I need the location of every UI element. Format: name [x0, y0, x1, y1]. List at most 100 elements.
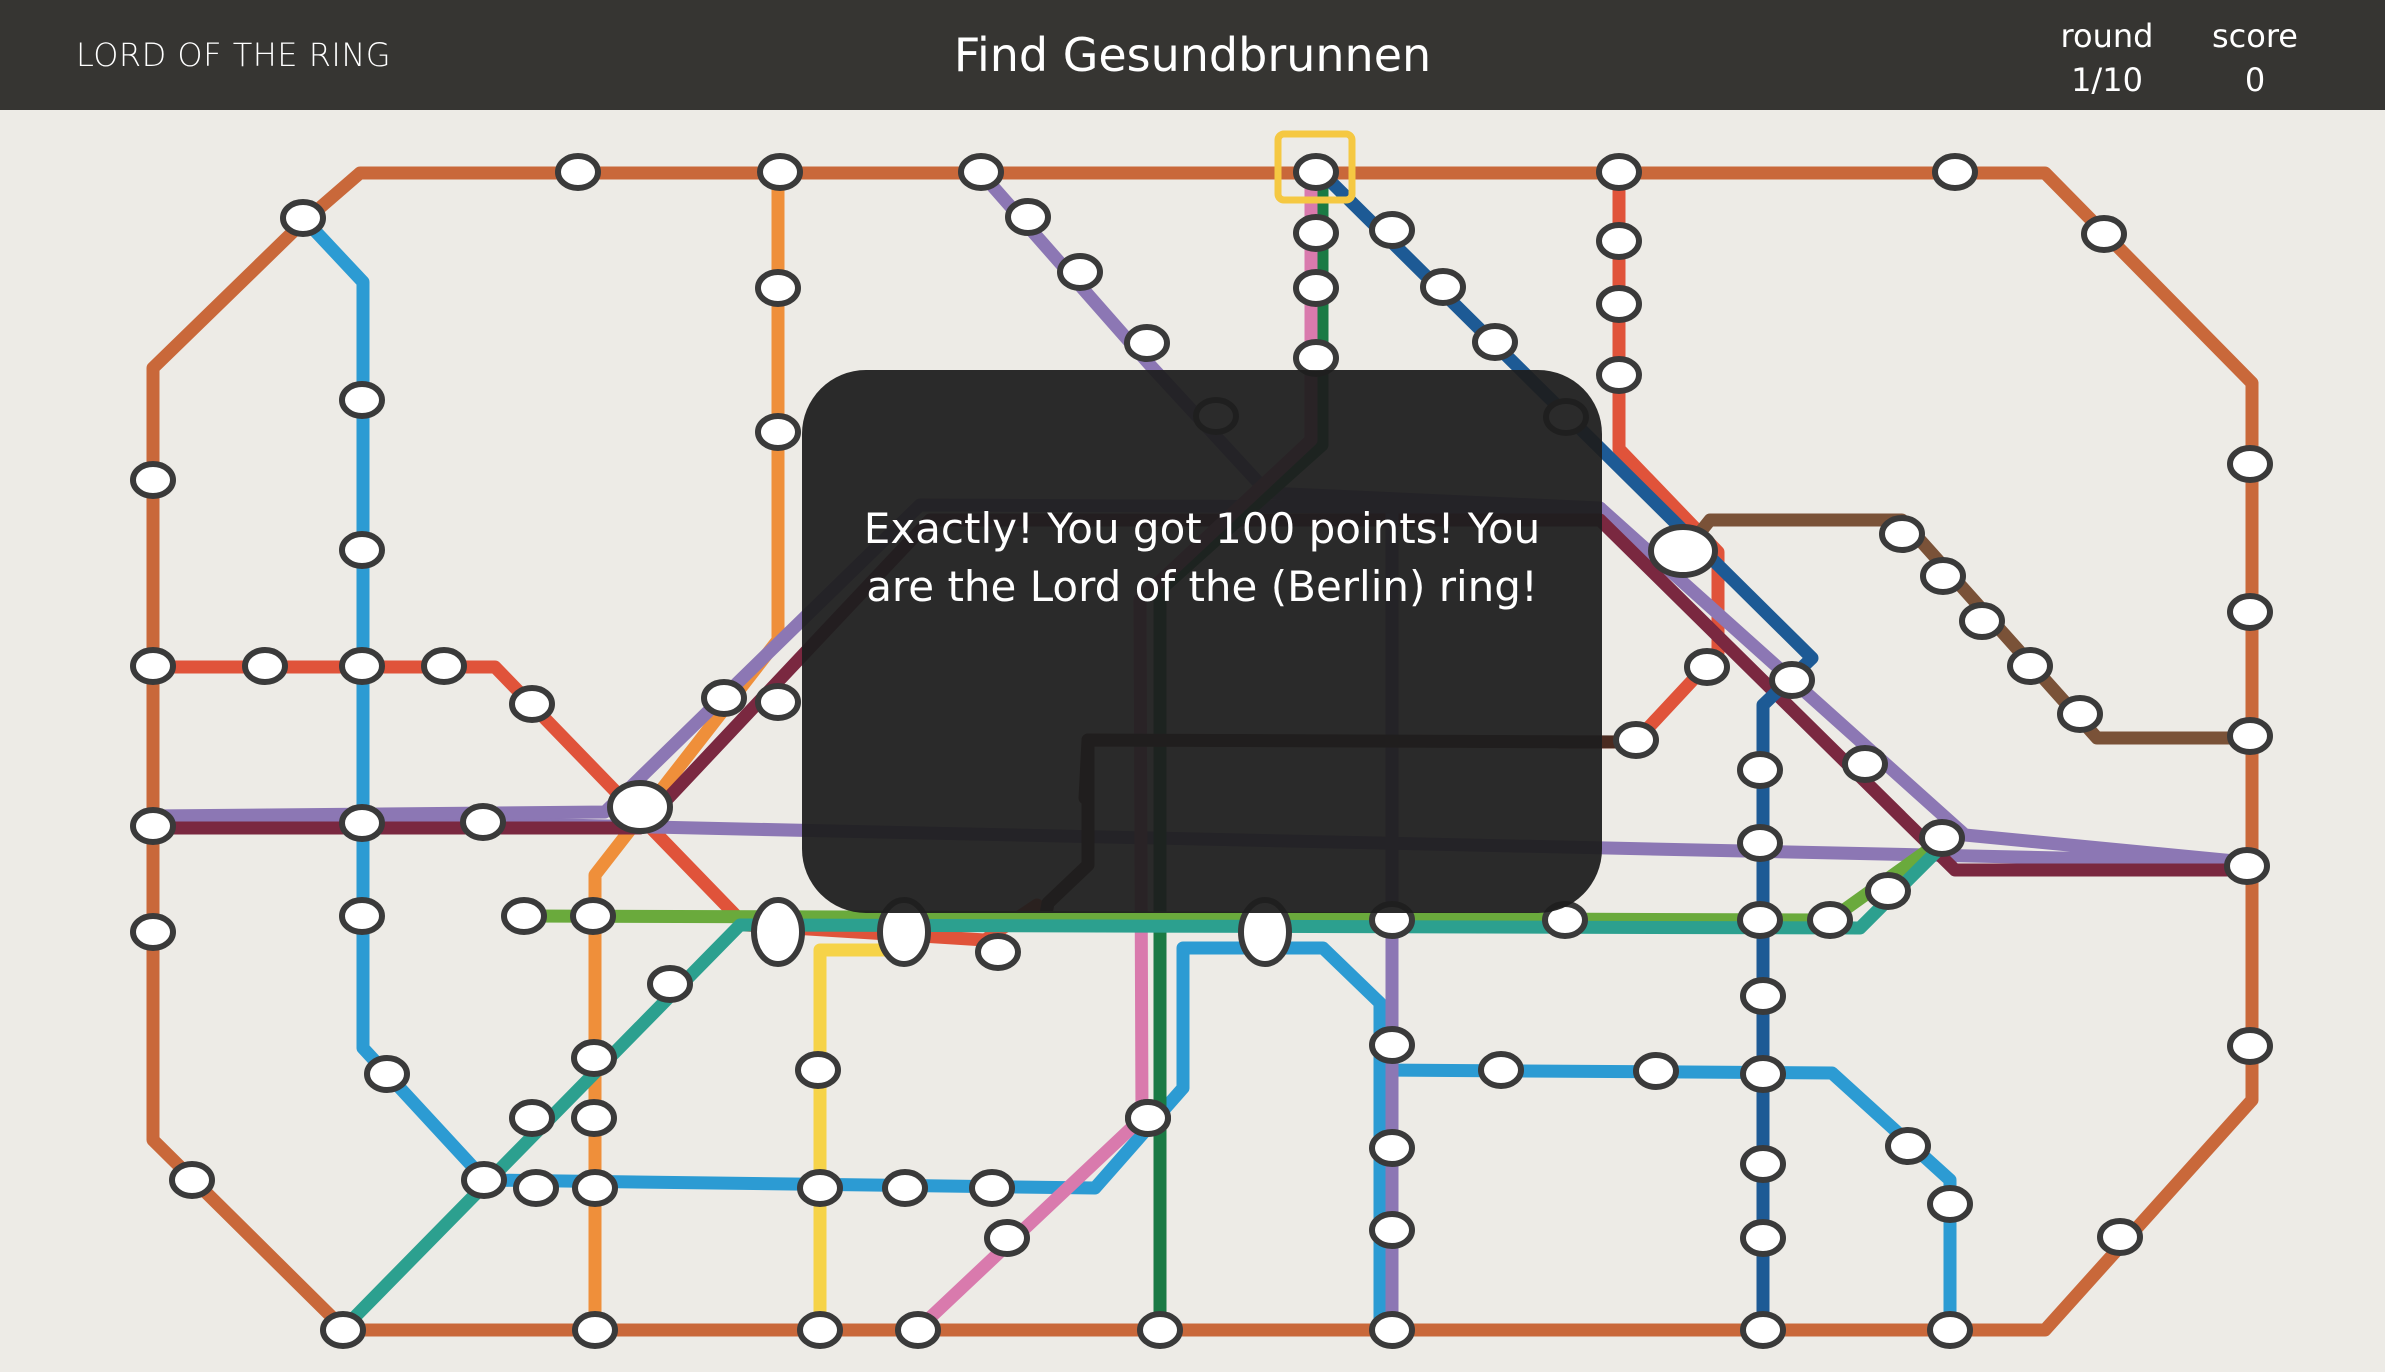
station — [2081, 215, 2127, 253]
station — [755, 683, 801, 721]
station — [1927, 1185, 1973, 1223]
station — [280, 199, 326, 237]
station — [1927, 1311, 1973, 1349]
station — [1293, 269, 1339, 307]
station — [1005, 198, 1051, 236]
line-orange — [588, 166, 785, 1337]
station — [461, 1161, 507, 1199]
station — [882, 1169, 928, 1207]
station — [1842, 745, 1888, 783]
station — [1293, 214, 1339, 252]
station — [1879, 515, 1925, 553]
station — [169, 1161, 215, 1199]
station — [757, 153, 803, 191]
station — [130, 913, 176, 951]
station — [1737, 901, 1783, 939]
station — [797, 1311, 843, 1349]
station — [555, 153, 601, 191]
station — [895, 1311, 941, 1349]
station — [571, 1039, 617, 1077]
line-blue-southeast — [1376, 1063, 1957, 1337]
station — [2227, 1027, 2273, 1065]
station — [1478, 1051, 1524, 1089]
station — [339, 804, 385, 842]
station — [364, 1055, 410, 1093]
station — [1959, 602, 2005, 640]
station — [1737, 824, 1783, 862]
station — [701, 679, 747, 717]
station — [571, 1099, 617, 1137]
station — [795, 1051, 841, 1089]
station — [1740, 1219, 1786, 1257]
score-label: score — [2212, 17, 2298, 55]
station — [509, 685, 555, 723]
station — [1293, 153, 1339, 191]
score-value: 0 — [2244, 61, 2266, 99]
station — [958, 153, 1004, 191]
station — [1740, 1145, 1786, 1183]
station — [320, 1311, 366, 1349]
station — [797, 1169, 843, 1207]
top-bar: LORD OF THE RING Find Gesundbrunnen roun… — [0, 0, 2385, 110]
station — [1613, 721, 1659, 759]
station — [1420, 268, 1466, 306]
station — [984, 1219, 1030, 1257]
station — [1596, 285, 1642, 323]
station — [130, 461, 176, 499]
station — [421, 647, 467, 685]
station — [513, 1169, 559, 1207]
station — [501, 897, 547, 935]
station — [1369, 1211, 1415, 1249]
station — [1807, 901, 1853, 939]
station — [339, 531, 385, 569]
station — [509, 1099, 555, 1137]
station — [1472, 323, 1518, 361]
station — [339, 897, 385, 935]
round-value: 1/10 — [2071, 61, 2143, 99]
station — [242, 647, 288, 685]
station — [1369, 1129, 1415, 1167]
station — [2007, 647, 2053, 685]
station — [1769, 661, 1815, 699]
station — [1740, 1055, 1786, 1093]
station — [460, 803, 506, 841]
station — [1369, 1311, 1415, 1349]
station — [1596, 222, 1642, 260]
station — [975, 933, 1021, 971]
station — [570, 897, 616, 935]
station-interchange — [751, 897, 805, 967]
station — [572, 1169, 618, 1207]
station — [1885, 1127, 1931, 1165]
station — [1740, 1311, 1786, 1349]
station — [2227, 445, 2273, 483]
station — [755, 269, 801, 307]
station — [755, 413, 801, 451]
station — [2227, 593, 2273, 631]
station — [339, 647, 385, 685]
station-interchange — [607, 780, 673, 834]
station — [1865, 872, 1911, 910]
station — [1124, 324, 1170, 362]
result-overlay: Exactly! You got 100 points! You are the… — [802, 370, 1602, 913]
station — [1684, 648, 1730, 686]
station — [339, 381, 385, 419]
result-message: Exactly! You got 100 points! You are the… — [863, 504, 1541, 611]
station — [2057, 695, 2103, 733]
station — [130, 647, 176, 685]
station — [1919, 819, 1965, 857]
line-yellow — [813, 943, 912, 1337]
station — [1369, 211, 1415, 249]
station — [130, 807, 176, 845]
station — [1633, 1052, 1679, 1090]
station — [1596, 356, 1642, 394]
station-prompt: Find Gesundbrunnen — [953, 28, 1432, 82]
station — [1057, 253, 1103, 291]
station — [1920, 557, 1966, 595]
round-counter: round 1/10 — [2032, 14, 2182, 102]
station — [2227, 717, 2273, 755]
station — [969, 1169, 1015, 1207]
station — [572, 1311, 618, 1349]
station — [1932, 153, 1978, 191]
station — [1137, 1311, 1183, 1349]
station — [2097, 1218, 2143, 1256]
